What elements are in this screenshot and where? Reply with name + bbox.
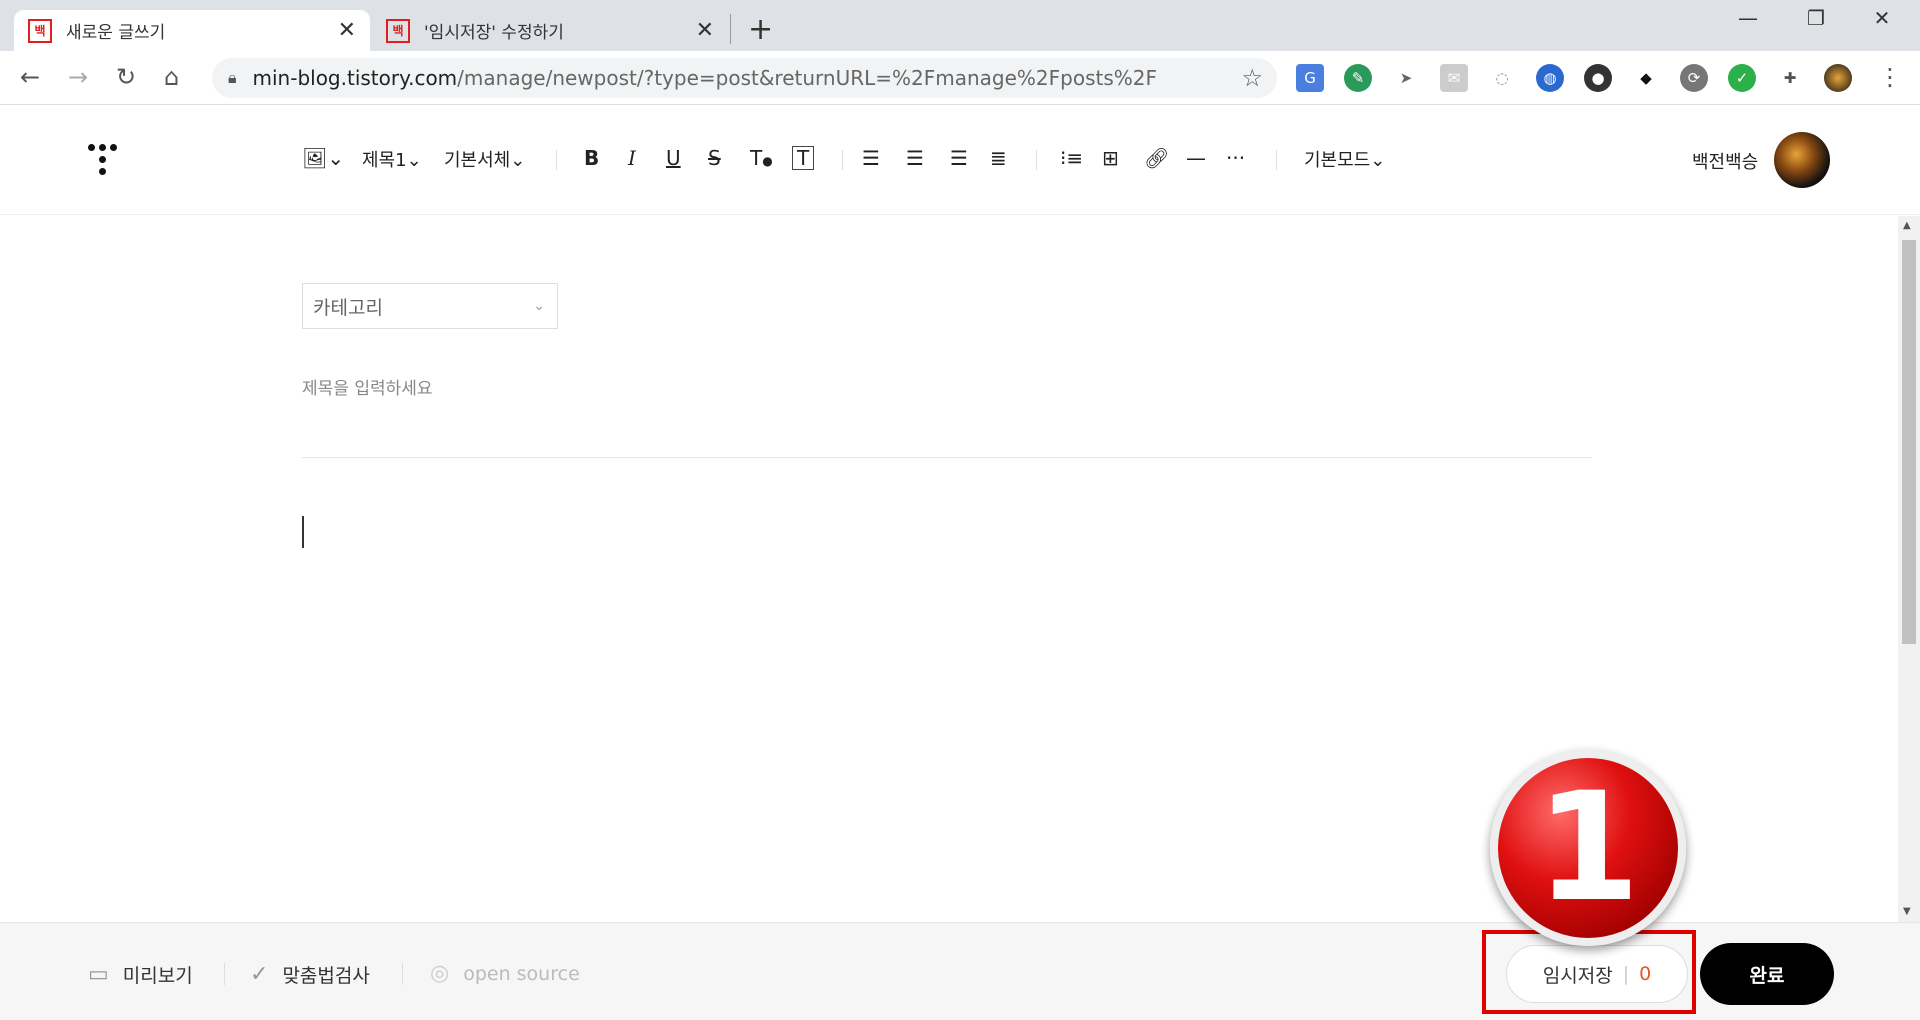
image-insert-icon[interactable]: 🖼︎⌄ (302, 146, 344, 170)
tab-title: 새로운 글쓰기 (66, 23, 166, 43)
window-close-icon[interactable]: ✕ (1852, 6, 1912, 30)
color-dot-icon: ● (762, 154, 773, 168)
spellcheck-button[interactable]: ✓ 맞춤법검사 (250, 961, 370, 988)
forward-arrow-icon[interactable]: → (68, 63, 88, 91)
tab-draft-edit[interactable]: 백 '임시저장' 수정하기 ✕ (372, 10, 728, 51)
url-input[interactable]: 🔒︎ min-blog.tistory.com/manage/newpost/?… (212, 58, 1277, 98)
spy-extension-icon[interactable]: ● (1584, 64, 1612, 92)
title-divider (302, 457, 1592, 458)
toolbar-divider (1276, 150, 1277, 170)
spellcheck-label: 맞춤법검사 (282, 965, 370, 987)
shield-extension-icon[interactable]: ✓ (1728, 64, 1756, 92)
tab-divider (730, 14, 731, 44)
translate-extension-icon[interactable]: G (1296, 64, 1324, 92)
footer-divider (224, 963, 225, 985)
extension-icon[interactable]: ✎ (1344, 64, 1372, 92)
tistory-logo-icon[interactable] (88, 140, 128, 180)
scroll-up-icon[interactable]: ▲ (1903, 220, 1911, 231)
footer-divider (402, 963, 403, 985)
toolbar-divider (1036, 150, 1037, 170)
category-placeholder: 카테고리 (313, 296, 383, 319)
publish-done-button[interactable]: 완료 (1700, 943, 1834, 1005)
restore-icon[interactable]: ❐ (1786, 6, 1846, 30)
tab-new-post[interactable]: 백 새로운 글쓰기 ✕ (14, 10, 370, 51)
bold-button[interactable]: B (584, 146, 599, 170)
open-source-icon: ◎ (430, 961, 450, 986)
open-source-link[interactable]: ◎ open source (430, 961, 580, 986)
minimize-icon[interactable]: — (1718, 6, 1778, 30)
mouse-extension-icon[interactable]: ◌ (1488, 64, 1516, 92)
spellcheck-icon: ✓ (250, 962, 269, 987)
profile-avatar-icon[interactable] (1824, 64, 1852, 92)
username: 백전백승 (1692, 152, 1759, 173)
toolbar-divider (842, 150, 843, 170)
url-path: /manage/newpost/?type=post&returnURL=%2F… (457, 66, 1157, 90)
text-background-button[interactable]: T (792, 146, 815, 170)
heading-dropdown[interactable]: 제목1⌄ (362, 146, 422, 172)
table-icon[interactable]: ⊞ (1102, 146, 1119, 170)
category-select[interactable]: 카테고리 ⌄ (302, 283, 558, 329)
align-right-icon[interactable]: ☰ (950, 146, 968, 170)
avatar[interactable] (1774, 132, 1830, 188)
reload-icon[interactable]: ↻ (116, 63, 136, 91)
preview-label: 미리보기 (122, 965, 193, 987)
bookmark-star-icon[interactable]: ☆ (1241, 64, 1263, 92)
step-marker-badge: 1 (1490, 750, 1686, 946)
text-color-label: T (750, 146, 763, 170)
page-scrollbar[interactable]: ▲ ▼ (1898, 216, 1920, 922)
more-options-button[interactable]: ··· (1226, 146, 1245, 170)
toolbar-divider (556, 150, 557, 170)
open-source-label: open source (463, 962, 580, 985)
chevron-down-icon: ⌄ (533, 298, 545, 314)
editor-mode-dropdown[interactable]: 기본모드⌄ (1304, 146, 1385, 172)
body-text-caret[interactable] (302, 516, 304, 548)
chrome-menu-icon[interactable]: ⋮ (1878, 63, 1902, 91)
underline-button[interactable]: U (666, 146, 681, 170)
url-domain: min-blog.tistory.com (252, 66, 458, 90)
new-tab-plus-icon[interactable]: + (748, 12, 773, 47)
cursor-extension-icon[interactable]: ➤ (1392, 64, 1420, 92)
font-dropdown[interactable]: 기본서체⌄ (444, 146, 525, 172)
share-extension-icon[interactable]: ⟳ (1680, 64, 1708, 92)
preview-button[interactable]: ▭ 미리보기 (88, 961, 193, 988)
address-bar-row: ← → ↻ ⌂ 🔒︎ min-blog.tistory.com/manage/n… (0, 51, 1920, 105)
tab-title: '임시저장' 수정하기 (424, 23, 564, 43)
back-arrow-icon[interactable]: ← (20, 63, 40, 91)
browser-tab-strip: 백 새로운 글쓰기 ✕ 백 '임시저장' 수정하기 ✕ + — ❐ ✕ (0, 0, 1920, 51)
text-color-button[interactable]: T● (750, 146, 773, 170)
strikethrough-button[interactable]: S (708, 146, 721, 170)
link-icon[interactable]: 🔗︎ (1144, 146, 1169, 170)
italic-button[interactable]: I (628, 146, 636, 170)
home-icon[interactable]: ⌂ (164, 63, 179, 91)
scroll-thumb[interactable] (1902, 240, 1916, 644)
mail-extension-icon[interactable]: ✉ (1440, 64, 1468, 92)
puzzle-extensions-icon[interactable]: ✚ (1776, 64, 1804, 92)
title-input[interactable]: 제목을 입력하세요 (302, 374, 433, 399)
mode-label: 기본모드 (1304, 150, 1371, 171)
heading-label: 제목1 (362, 150, 407, 171)
fish-extension-icon[interactable]: ◆ (1632, 64, 1660, 92)
close-icon[interactable]: ✕ (696, 18, 714, 43)
horizontal-rule-icon[interactable]: — (1186, 146, 1206, 170)
bullet-list-icon[interactable]: ⁝≡ (1060, 146, 1083, 170)
scroll-down-icon[interactable]: ▼ (1903, 906, 1911, 917)
globe-extension-icon[interactable]: ◍ (1536, 64, 1564, 92)
monitor-icon: ▭ (88, 962, 109, 987)
close-icon[interactable]: ✕ (338, 18, 356, 43)
tab-favicon-icon: 백 (386, 18, 410, 43)
font-label: 기본서체 (444, 150, 511, 171)
tab-favicon-icon: 백 (28, 18, 52, 43)
align-center-icon[interactable]: ☰ (906, 146, 924, 170)
align-left-icon[interactable]: ☰ (862, 146, 880, 170)
lock-icon: 🔒︎ (228, 68, 237, 87)
align-justify-icon[interactable]: ≣ (990, 146, 1007, 170)
editor-toolbar: 🖼︎⌄ 제목1⌄ 기본서체⌄ B I U S T● T ☰ ☰ ☰ ≣ ⁝≡ ⊞… (0, 106, 1920, 215)
